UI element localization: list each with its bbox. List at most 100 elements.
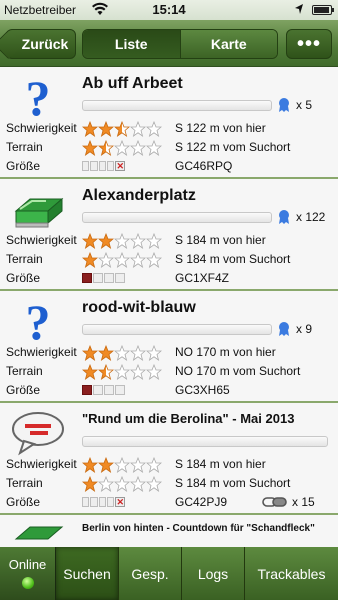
difficulty-stars — [82, 457, 162, 473]
star-icon — [130, 364, 146, 380]
star-icon — [82, 476, 98, 492]
tab-trackables[interactable]: Trackables — [245, 547, 338, 600]
distance-from-search-location: S 122 m vom Suchort — [175, 140, 291, 154]
star-icon — [146, 345, 162, 361]
terrain-stars — [82, 476, 162, 492]
star-icon — [98, 457, 114, 473]
cache-name: Ab uff Arbeet — [82, 75, 183, 92]
star-icon — [98, 345, 114, 361]
size-segment — [104, 273, 114, 283]
list-item[interactable]: "Rund um die Berolina" - Mai 2013 Schwie… — [0, 403, 338, 515]
star-icon — [114, 476, 130, 492]
star-icon — [82, 252, 98, 268]
terrain-label: Terrain — [6, 364, 43, 378]
size-segment — [93, 273, 103, 283]
size-segment — [98, 497, 107, 507]
segment-list[interactable]: Liste — [83, 30, 180, 58]
list-item[interactable]: Berlin von hinten - Countdown für "Schan… — [0, 515, 338, 547]
size-segment — [107, 497, 115, 507]
tab-search[interactable]: Suchen — [56, 547, 119, 600]
tab-saved[interactable]: Gesp. — [119, 547, 182, 600]
container-icon — [14, 197, 64, 228]
more-button[interactable]: ••• — [286, 29, 332, 59]
size-indicator — [82, 273, 126, 283]
size-segment — [90, 497, 98, 507]
distance-from-here: NO 170 m von hier — [175, 345, 276, 359]
star-icon — [98, 364, 114, 380]
location-arrow-icon — [295, 4, 303, 14]
size-segment — [82, 497, 90, 507]
star-icon — [146, 457, 162, 473]
terrain-label: Terrain — [6, 252, 43, 266]
online-label: Online — [8, 557, 47, 572]
size-segment — [104, 385, 114, 395]
trackable-count: x 15 — [292, 495, 315, 509]
back-button[interactable]: Zurück — [6, 29, 76, 59]
cache-code: GC3XH65 — [175, 383, 230, 397]
star-icon — [98, 233, 114, 249]
list-item[interactable]: ? rood-wit-blauw x 9 Schwierigkeit NO 17… — [0, 291, 338, 403]
star-icon — [130, 457, 146, 473]
svg-text:?: ? — [26, 73, 51, 121]
distance-bar — [82, 324, 272, 335]
star-icon — [130, 345, 146, 361]
view-segmented-control: Liste Karte — [82, 29, 278, 59]
distance-bar — [82, 436, 328, 447]
distance-from-search-location: NO 170 m vom Suchort — [175, 364, 301, 378]
difficulty-stars — [82, 345, 162, 361]
favorite-count: x 9 — [296, 322, 313, 336]
difficulty-label: Schwierigkeit — [6, 345, 77, 359]
list-item[interactable]: ? Ab uff Arbeet x 5 Schwierigkeit S 122 … — [0, 67, 338, 179]
star-icon — [114, 364, 130, 380]
cache-name: "Rund um die Berolina" - Mai 2013 — [82, 411, 295, 426]
cache-name: rood-wit-blauw — [82, 299, 196, 316]
trackable-icon — [262, 497, 287, 507]
star-icon — [82, 233, 98, 249]
size-label: Größe — [6, 271, 41, 285]
distance-bar — [82, 212, 272, 223]
size-indicator — [82, 385, 126, 395]
distance-from-here: S 184 m von hier — [175, 457, 266, 471]
distance-from-here: S 184 m von hier — [175, 233, 266, 247]
star-icon — [114, 121, 130, 137]
star-icon — [130, 252, 146, 268]
size-segment — [93, 385, 103, 395]
star-icon — [146, 252, 162, 268]
star-icon — [82, 121, 98, 137]
cache-list[interactable]: ? Ab uff Arbeet x 5 Schwierigkeit S 122 … — [0, 67, 338, 547]
cache-name: Berlin von hinten - Countdown für "Schan… — [82, 523, 315, 534]
online-status[interactable]: Online — [0, 547, 56, 600]
container-icon — [14, 526, 64, 540]
star-icon — [98, 140, 114, 156]
question-mark-icon: ? — [26, 297, 51, 345]
segment-map[interactable]: Karte — [179, 30, 277, 58]
navigation-bar: Zurück Liste Karte ••• — [0, 20, 338, 67]
tab-logs[interactable]: Logs — [182, 547, 245, 600]
star-icon — [130, 233, 146, 249]
clock: 15:14 — [152, 2, 186, 17]
star-icon — [114, 233, 130, 249]
distance-from-search-location: S 184 m vom Suchort — [175, 476, 291, 490]
star-icon — [114, 345, 130, 361]
distance-from-search-location: S 184 m vom Suchort — [175, 252, 291, 266]
difficulty-stars — [82, 233, 162, 249]
size-segment — [115, 385, 125, 395]
battery-icon — [312, 5, 334, 15]
list-item[interactable]: Alexanderplatz x 122 Schwierigkeit S 184… — [0, 179, 338, 291]
size-segment — [98, 161, 107, 171]
star-icon — [82, 345, 98, 361]
terrain-label: Terrain — [6, 476, 43, 490]
size-segment — [107, 161, 115, 171]
favorite-ribbon-icon — [279, 210, 289, 224]
star-icon — [114, 252, 130, 268]
star-icon — [146, 140, 162, 156]
favorite-count: x 122 — [296, 210, 326, 224]
size-segment — [82, 273, 92, 283]
size-indicator: ✕ — [82, 497, 126, 507]
svg-text:?: ? — [26, 297, 51, 345]
size-label: Größe — [6, 383, 41, 397]
distance-bar — [82, 100, 272, 111]
speech-bubble-icon — [12, 412, 64, 456]
star-icon — [98, 121, 114, 137]
difficulty-label: Schwierigkeit — [6, 233, 77, 247]
